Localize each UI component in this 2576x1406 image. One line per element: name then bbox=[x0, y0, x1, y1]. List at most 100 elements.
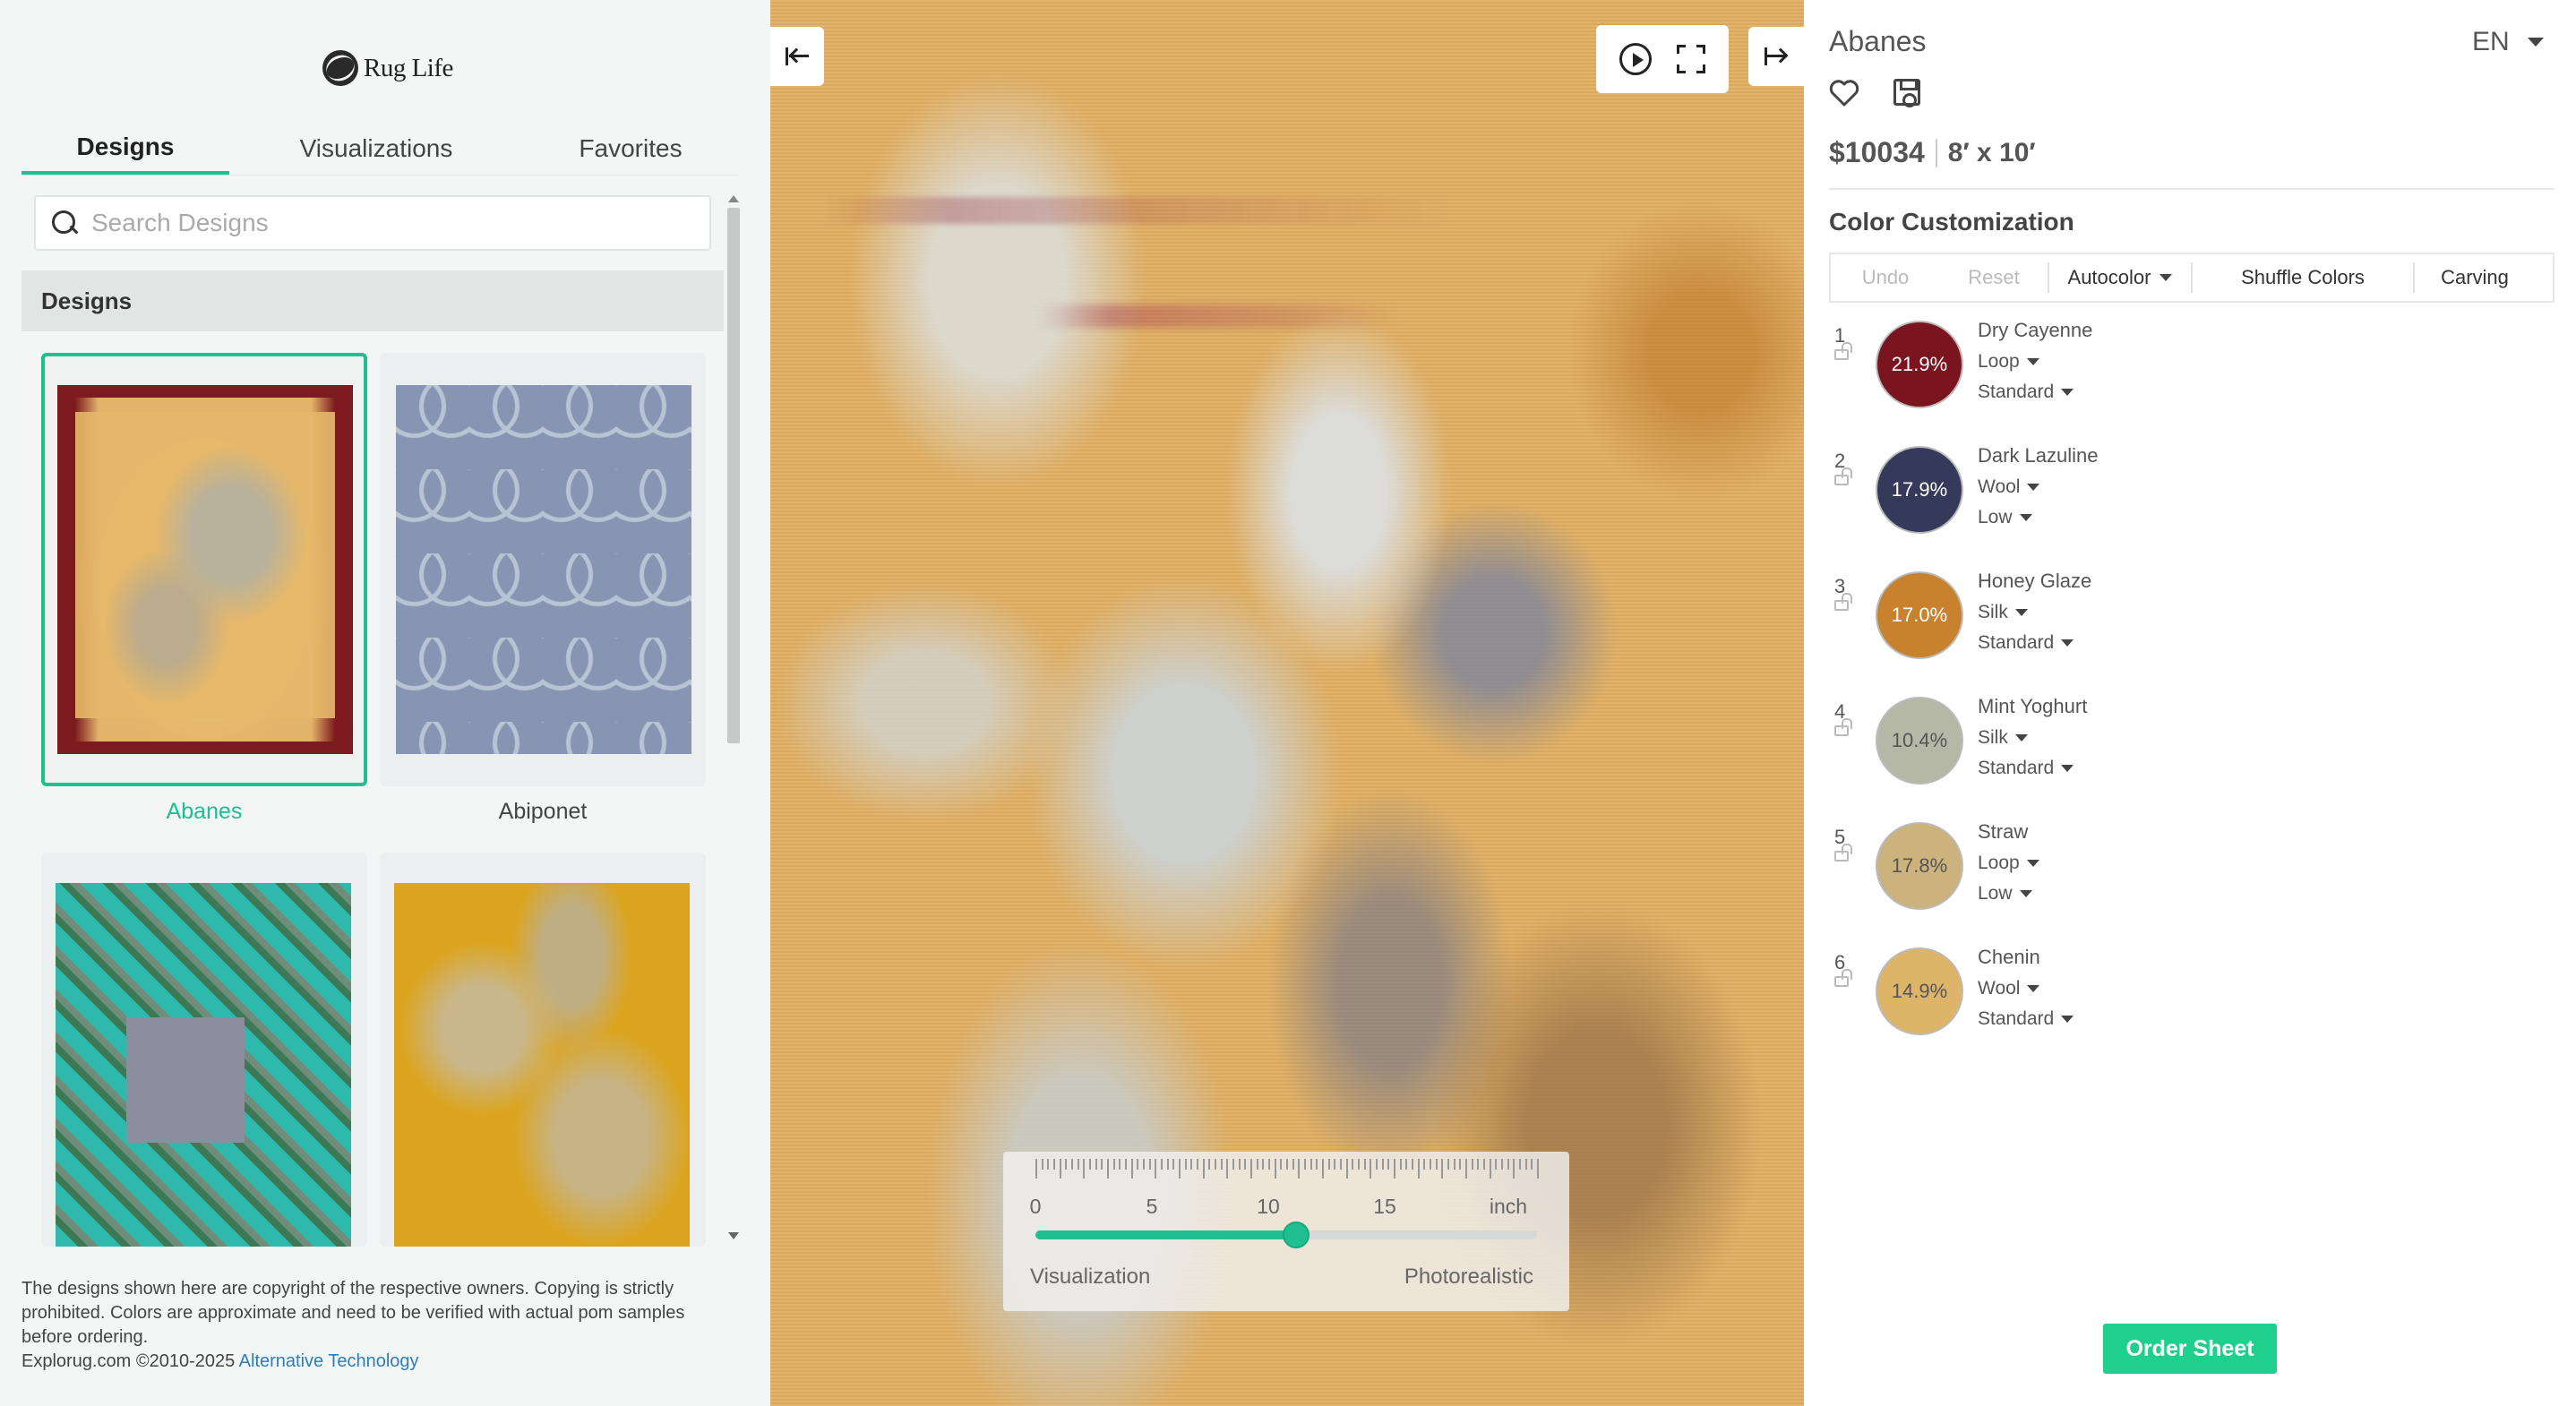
material-dropdown[interactable]: Loop bbox=[1978, 351, 2039, 373]
ruler-tick bbox=[1459, 1159, 1462, 1170]
color-swatch[interactable]: 14.9% bbox=[1876, 947, 1963, 1035]
tab-designs[interactable]: Designs bbox=[21, 122, 229, 175]
material-label: Wool bbox=[1978, 476, 2021, 497]
divider bbox=[1829, 188, 2555, 190]
color-swatch[interactable]: 10.4% bbox=[1876, 697, 1963, 784]
design-label[interactable]: Abiponet bbox=[380, 799, 706, 825]
ruler-tick bbox=[1489, 1159, 1491, 1179]
design-thumbnail bbox=[57, 385, 353, 754]
ruler-tick bbox=[1148, 1159, 1151, 1170]
ruler-label: inch bbox=[1489, 1195, 1528, 1218]
color-percent: 17.8% bbox=[1891, 854, 1948, 877]
design-card[interactable] bbox=[41, 853, 367, 1247]
pile-dropdown[interactable]: Standard bbox=[1978, 632, 2074, 654]
heart-icon[interactable] bbox=[1829, 79, 1859, 107]
color-swatch[interactable]: 17.8% bbox=[1876, 822, 1963, 910]
ruler-tick bbox=[1197, 1159, 1198, 1170]
ruler-tick bbox=[1363, 1159, 1366, 1170]
color-swatch[interactable]: 17.0% bbox=[1876, 571, 1963, 659]
copyright-text: The designs shown here are copyright of … bbox=[21, 1279, 685, 1347]
chevron-down-icon bbox=[2061, 1016, 2074, 1023]
lock-icon[interactable] bbox=[1834, 467, 1852, 485]
color-name[interactable]: Straw bbox=[1978, 820, 2028, 844]
chevron-down-icon bbox=[2061, 765, 2074, 772]
color-swatch[interactable]: 17.9% bbox=[1876, 446, 1963, 534]
play-icon[interactable] bbox=[1619, 43, 1652, 75]
collapse-left-button[interactable] bbox=[770, 27, 824, 86]
design-card-abiponet[interactable] bbox=[380, 353, 706, 786]
ruler-tick bbox=[1172, 1159, 1175, 1170]
material-dropdown[interactable]: Wool bbox=[1978, 476, 2040, 498]
color-name[interactable]: Dark Lazuline bbox=[1978, 444, 2099, 467]
ruler-tick bbox=[1513, 1159, 1516, 1179]
collapse-right-button[interactable] bbox=[1748, 27, 1804, 86]
lock-icon[interactable] bbox=[1834, 718, 1852, 736]
rug-viewer[interactable]: 0 5 10 15 inch Visualization Photorealistic bbox=[770, 0, 1804, 1406]
lock-icon[interactable] bbox=[1834, 593, 1852, 611]
undo-button[interactable]: Undo bbox=[1831, 254, 1940, 301]
ruler-tick bbox=[1035, 1159, 1037, 1179]
pile-dropdown[interactable]: Low bbox=[1978, 507, 2032, 528]
ruler-tick bbox=[1047, 1159, 1050, 1170]
search-icon bbox=[50, 209, 79, 237]
visualization-slider[interactable] bbox=[1035, 1222, 1537, 1248]
ruler-tick bbox=[1256, 1159, 1258, 1170]
language-selector[interactable]: EN bbox=[2472, 27, 2544, 57]
ruler-tick bbox=[1394, 1159, 1395, 1179]
pile-dropdown[interactable]: Standard bbox=[1978, 1008, 2074, 1030]
ruler-tick bbox=[1280, 1159, 1283, 1170]
ruler-tick bbox=[1524, 1159, 1527, 1170]
color-name[interactable]: Dry Cayenne bbox=[1978, 319, 2092, 342]
ruler-tick bbox=[1244, 1159, 1247, 1170]
designs-scrollbar[interactable] bbox=[724, 190, 743, 1247]
design-card-abanes[interactable] bbox=[41, 353, 367, 786]
color-name[interactable]: Honey Glaze bbox=[1978, 570, 2091, 593]
tab-favorites[interactable]: Favorites bbox=[523, 122, 738, 175]
color-name[interactable]: Chenin bbox=[1978, 946, 2040, 969]
reset-button[interactable]: Reset bbox=[1940, 254, 2048, 301]
ruler-tick bbox=[1370, 1159, 1372, 1179]
ruler-tick bbox=[1417, 1159, 1420, 1179]
shuffle-colors-button[interactable]: Shuffle Colors bbox=[2193, 254, 2413, 301]
ruler-tick bbox=[1435, 1159, 1438, 1170]
search-input[interactable] bbox=[91, 209, 700, 237]
material-dropdown[interactable]: Silk bbox=[1978, 602, 2028, 623]
chevron-down-icon bbox=[2527, 38, 2544, 47]
fullscreen-icon[interactable] bbox=[1677, 45, 1705, 73]
save-icon[interactable] bbox=[1893, 79, 1920, 107]
pile-dropdown[interactable]: Low bbox=[1978, 883, 2032, 904]
pile-dropdown[interactable]: Standard bbox=[1978, 382, 2074, 403]
ruler-tick bbox=[1453, 1159, 1455, 1170]
design-thumbnail bbox=[394, 883, 690, 1247]
autocolor-dropdown[interactable]: Autocolor bbox=[2049, 254, 2191, 301]
scrollbar-thumb[interactable] bbox=[727, 208, 740, 743]
lock-icon[interactable] bbox=[1834, 969, 1852, 987]
material-dropdown[interactable]: Silk bbox=[1978, 727, 2028, 749]
design-label[interactable]: Abanes bbox=[41, 799, 367, 825]
scroll-down-icon[interactable] bbox=[728, 1232, 739, 1239]
ruler-tick bbox=[1184, 1159, 1187, 1170]
carving-button[interactable]: Carving bbox=[2415, 254, 2535, 301]
logo-text: Rug Life bbox=[364, 53, 453, 82]
chevron-down-icon bbox=[2027, 985, 2040, 992]
scroll-up-icon[interactable] bbox=[728, 195, 739, 202]
material-dropdown[interactable]: Wool bbox=[1978, 978, 2040, 999]
lock-icon[interactable] bbox=[1834, 342, 1852, 360]
design-card[interactable] bbox=[380, 853, 706, 1247]
tab-visualizations[interactable]: Visualizations bbox=[229, 122, 523, 175]
brand-logo[interactable]: Rug Life bbox=[322, 47, 453, 90]
ruler-tick bbox=[1101, 1159, 1103, 1170]
lock-icon[interactable] bbox=[1834, 844, 1852, 862]
ruler-tick bbox=[1537, 1159, 1539, 1179]
color-swatch[interactable]: 21.9% bbox=[1876, 321, 1963, 408]
pile-dropdown[interactable]: Standard bbox=[1978, 758, 2074, 779]
color-name[interactable]: Mint Yoghurt bbox=[1978, 695, 2087, 718]
ruler-tick bbox=[1155, 1159, 1157, 1179]
ruler-tick bbox=[1238, 1159, 1241, 1170]
ruler-tick bbox=[1507, 1159, 1509, 1170]
alternative-technology-link[interactable]: Alternative Technology bbox=[239, 1351, 419, 1371]
color-row: 6 14.9% Chenin Wool Standard bbox=[1829, 946, 2277, 1067]
slider-thumb[interactable] bbox=[1283, 1222, 1310, 1248]
material-dropdown[interactable]: Loop bbox=[1978, 853, 2039, 874]
order-sheet-button[interactable]: Order Sheet bbox=[2103, 1324, 2277, 1374]
